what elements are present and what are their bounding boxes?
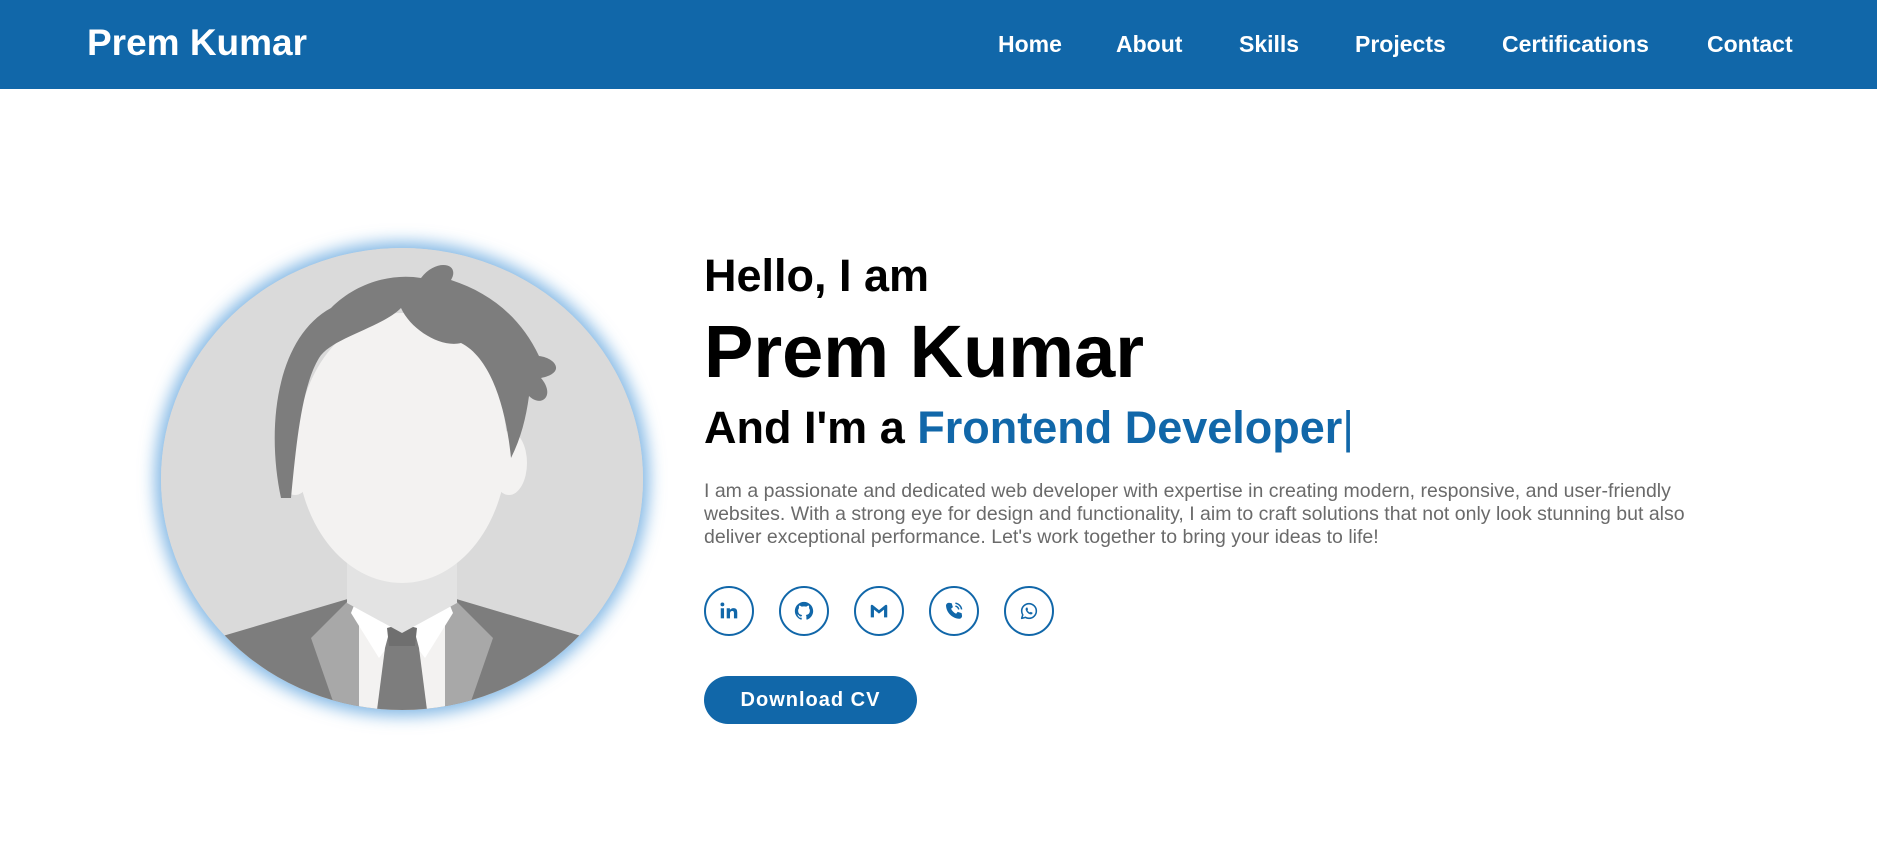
github-icon [794, 601, 814, 620]
nav-links: Home About Skills Projects Certification… [0, 0, 1877, 89]
bio-paragraph: I am a passionate and dedicated web deve… [704, 480, 1685, 548]
phone-link[interactable] [929, 586, 979, 636]
typing-cursor: | [1342, 402, 1354, 453]
role-highlight: Frontend Developer [917, 402, 1343, 453]
phone-icon [946, 602, 963, 619]
role-prefix: And I'm a [704, 402, 918, 453]
nav-skills[interactable]: Skills [1239, 30, 1299, 58]
profile-avatar [161, 248, 643, 710]
hero-name: Prem Kumar [704, 310, 1145, 393]
linkedin-icon [720, 602, 738, 619]
gmail-link[interactable] [854, 586, 904, 636]
navbar: Prem Kumar Home About Skills Projects Ce… [0, 0, 1877, 89]
nav-certifications[interactable]: Certifications [1502, 30, 1649, 58]
linkedin-link[interactable] [704, 586, 754, 636]
nav-about[interactable]: About [1116, 30, 1182, 58]
nav-projects[interactable]: Projects [1355, 30, 1446, 58]
whatsapp-link[interactable] [1004, 586, 1054, 636]
download-cv-button[interactable]: Download CV [704, 676, 917, 724]
gmail-icon [870, 604, 888, 618]
person-avatar-icon [161, 248, 643, 710]
nav-home[interactable]: Home [998, 30, 1062, 58]
greeting-text: Hello, I am [704, 250, 930, 301]
github-link[interactable] [779, 586, 829, 636]
nav-contact[interactable]: Contact [1707, 30, 1793, 58]
role-line: And I'm a Frontend Developer| [704, 400, 1354, 456]
whatsapp-icon [1020, 602, 1038, 620]
